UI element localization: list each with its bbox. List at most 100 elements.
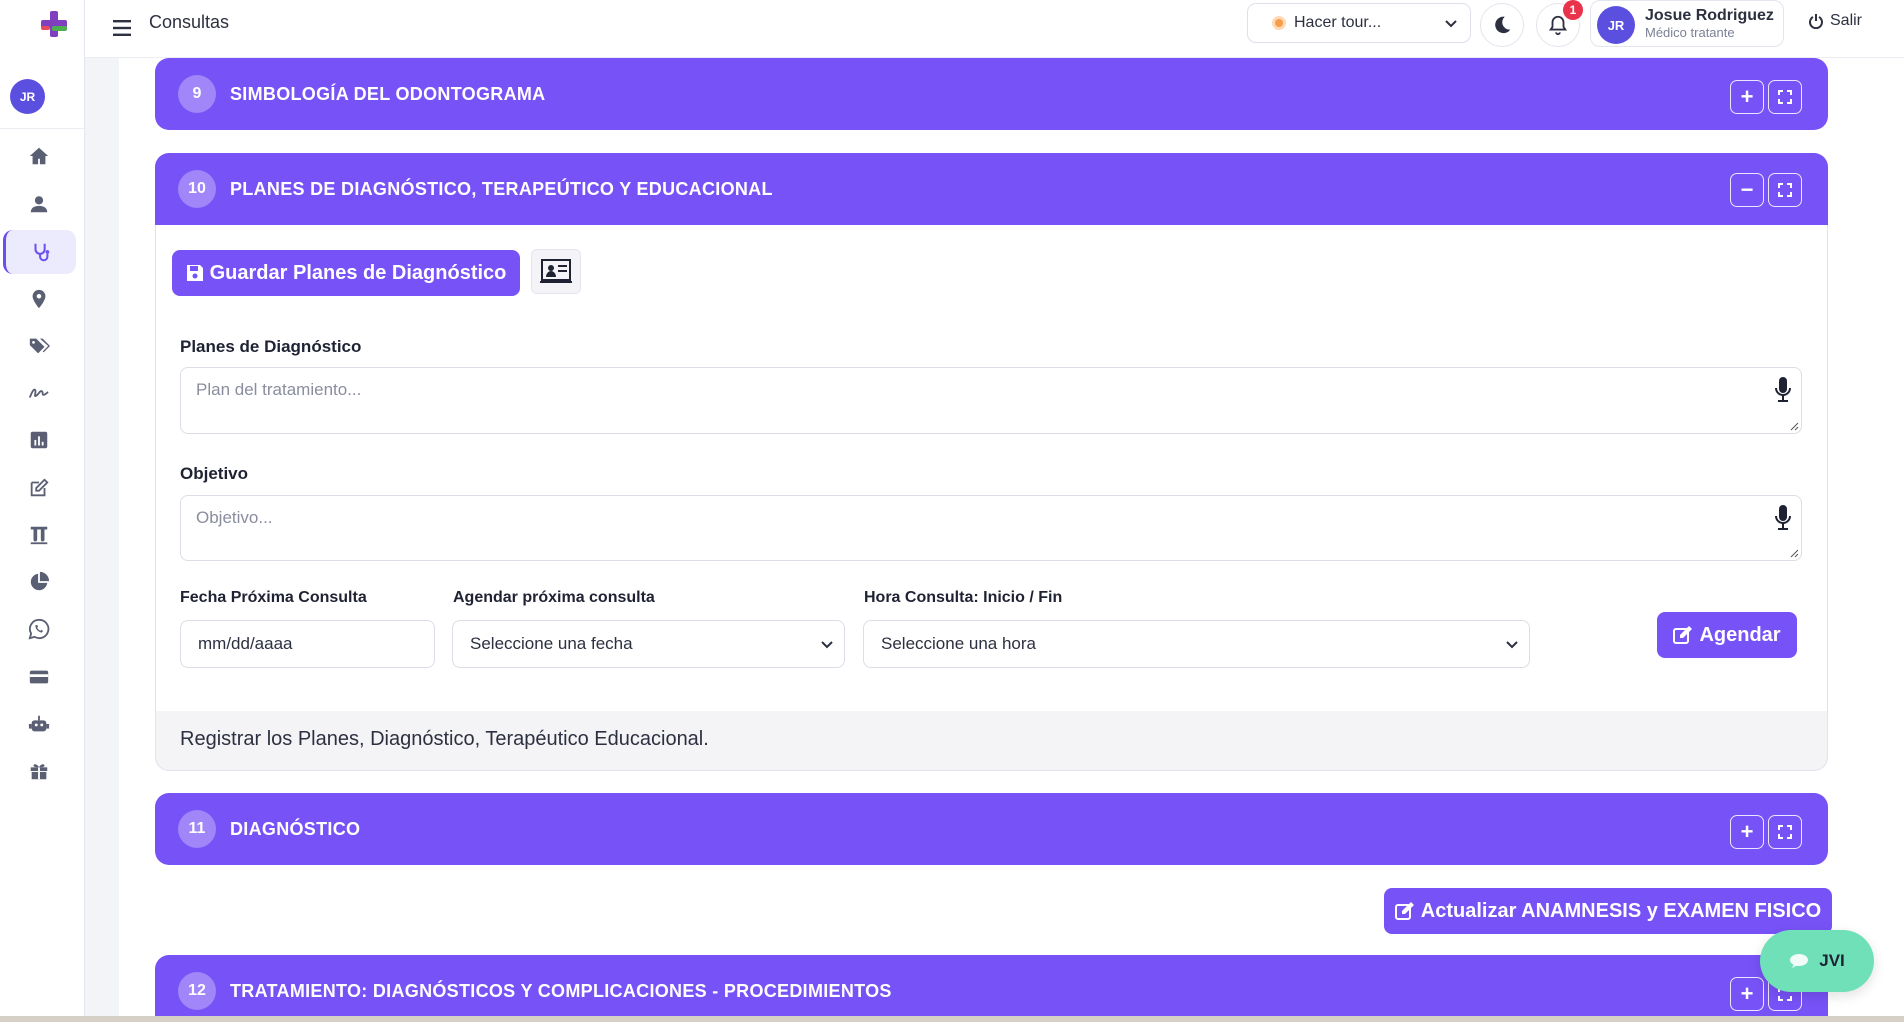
agendar-button-label: Agendar bbox=[1699, 623, 1781, 646]
sidebar-item-patients[interactable] bbox=[0, 182, 78, 226]
collapse-section-button[interactable]: − bbox=[1730, 173, 1764, 207]
resize-handle-icon[interactable] bbox=[1789, 548, 1799, 558]
lab-icon bbox=[30, 526, 48, 545]
agendar-button[interactable]: Agendar bbox=[1657, 612, 1797, 658]
tour-icon bbox=[1272, 16, 1286, 30]
update-anamnesis-button[interactable]: Actualizar ANAMNESIS y EXAMEN FISICO bbox=[1384, 888, 1832, 934]
sidebar-item-gifts[interactable] bbox=[0, 749, 78, 793]
hora-value: Seleccione una hora bbox=[881, 634, 1037, 653]
microphone-icon[interactable] bbox=[1773, 504, 1793, 532]
sidebar: JR bbox=[0, 0, 85, 1022]
sidebar-item-edit[interactable] bbox=[0, 466, 78, 510]
user-menu[interactable]: JR Josue Rodriguez Médico tratante bbox=[1590, 0, 1784, 47]
plus-icon: + bbox=[1740, 981, 1754, 1006]
save-plans-label: Guardar Planes de Diagnóstico bbox=[209, 261, 507, 284]
planes-placeholder: Plan del tratamiento... bbox=[196, 380, 362, 399]
agendar-label: Agendar próxima consulta bbox=[453, 589, 655, 606]
section-title: SIMBOLOGÍA DEL ODONTOGRAMA bbox=[230, 84, 546, 104]
sidebar-divider bbox=[0, 128, 85, 129]
update-anamnesis-label: Actualizar ANAMNESIS y EXAMEN FISICO bbox=[1420, 899, 1822, 922]
resize-handle-icon[interactable] bbox=[1789, 421, 1799, 431]
logo-icon[interactable] bbox=[38, 8, 70, 40]
section-10-footer: Registrar los Planes, Diagnóstico, Terap… bbox=[155, 711, 1828, 771]
whatsapp-icon bbox=[28, 618, 50, 640]
chat-button[interactable]: JVI bbox=[1760, 930, 1874, 992]
expand-section-button[interactable]: + bbox=[1730, 80, 1764, 114]
expand-section-button[interactable]: + bbox=[1730, 815, 1764, 849]
avatar: JR bbox=[1597, 6, 1635, 44]
fullscreen-button[interactable] bbox=[1768, 80, 1802, 114]
logout-label: Salir bbox=[1830, 12, 1863, 29]
fecha-value: mm/dd/aaaa bbox=[198, 634, 293, 653]
minus-icon: − bbox=[1740, 177, 1754, 202]
location-icon bbox=[32, 289, 46, 309]
sidebar-item-signature[interactable] bbox=[0, 371, 78, 415]
section-number: 10 bbox=[178, 170, 216, 208]
home-icon bbox=[29, 147, 49, 165]
user-role: Médico tratante bbox=[1645, 25, 1735, 40]
section-title: DIAGNÓSTICO bbox=[230, 819, 361, 839]
user-icon bbox=[30, 196, 48, 213]
agendar-select[interactable]: Seleccione una fecha bbox=[452, 620, 845, 668]
signature-icon bbox=[28, 388, 49, 398]
dark-mode-toggle[interactable] bbox=[1480, 3, 1524, 47]
sidebar-avatar[interactable]: JR bbox=[10, 79, 45, 114]
fecha-label: Fecha Próxima Consulta bbox=[180, 589, 367, 606]
topbar: Consultas Hacer tour... 1 JR Josue Rodri… bbox=[85, 0, 1904, 58]
planes-label: Planes de Diagnóstico bbox=[180, 337, 362, 356]
menu-icon[interactable] bbox=[113, 20, 133, 36]
sidebar-item-home[interactable] bbox=[0, 134, 78, 178]
objetivo-textarea[interactable]: Objetivo... bbox=[180, 495, 1802, 561]
credit-card-icon bbox=[29, 670, 49, 684]
logout-button[interactable]: Salir bbox=[1808, 12, 1862, 30]
section-11-header[interactable]: 11 DIAGNÓSTICO + bbox=[155, 793, 1828, 865]
sidebar-item-tags[interactable] bbox=[0, 324, 78, 368]
moon-icon bbox=[1495, 16, 1511, 34]
sidebar-item-locations[interactable] bbox=[0, 277, 78, 321]
pie-chart-icon bbox=[30, 571, 50, 591]
fullscreen-button[interactable] bbox=[1768, 173, 1802, 207]
planes-textarea[interactable]: Plan del tratamiento... bbox=[180, 367, 1802, 434]
section-title: PLANES DE DIAGNÓSTICO, TERAPEÚTICO Y EDU… bbox=[230, 179, 773, 199]
section-10-header[interactable]: 10 PLANES DE DIAGNÓSTICO, TERAPEÚTICO Y … bbox=[155, 153, 1828, 225]
fullscreen-button[interactable] bbox=[1768, 815, 1802, 849]
chat-label: JVI bbox=[1819, 951, 1845, 970]
section-9-header[interactable]: 9 SIMBOLOGÍA DEL ODONTOGRAMA + bbox=[155, 58, 1828, 130]
hora-select[interactable]: Seleccione una hora bbox=[863, 620, 1530, 668]
chevron-down-icon bbox=[1506, 641, 1518, 649]
save-plans-button[interactable]: Guardar Planes de Diagnóstico bbox=[172, 250, 520, 296]
notifications-button[interactable]: 1 bbox=[1536, 0, 1583, 47]
sidebar-item-bot[interactable] bbox=[0, 702, 78, 746]
objetivo-placeholder: Objetivo... bbox=[196, 508, 273, 527]
section-12-header[interactable]: 12 TRATAMIENTO: DIAGNÓSTICOS Y COMPLICAC… bbox=[155, 955, 1828, 1022]
expand-section-button[interactable]: + bbox=[1730, 977, 1764, 1011]
section-number: 11 bbox=[178, 810, 216, 848]
fullscreen-icon bbox=[1778, 90, 1792, 104]
section-number: 12 bbox=[178, 972, 216, 1010]
tags-icon bbox=[29, 338, 50, 354]
robot-icon bbox=[28, 715, 50, 732]
power-icon bbox=[1809, 14, 1823, 29]
footer-text: Registrar los Planes, Diagnóstico, Terap… bbox=[180, 728, 709, 750]
sidebar-item-whatsapp[interactable] bbox=[0, 607, 78, 651]
sidebar-item-consultas[interactable] bbox=[3, 230, 76, 274]
user-name: Josue Rodriguez bbox=[1645, 7, 1774, 24]
fecha-input[interactable]: mm/dd/aaaa bbox=[180, 620, 435, 668]
presentation-button[interactable] bbox=[531, 249, 581, 294]
fullscreen-icon bbox=[1778, 825, 1792, 839]
chevron-down-icon bbox=[1445, 20, 1457, 28]
tour-select[interactable]: Hacer tour... bbox=[1247, 3, 1471, 43]
tour-label: Hacer tour... bbox=[1294, 14, 1382, 31]
page-title: Consultas bbox=[149, 12, 230, 32]
agendar-value: Seleccione una fecha bbox=[470, 634, 633, 653]
edit-icon bbox=[30, 478, 49, 497]
microphone-icon[interactable] bbox=[1773, 376, 1793, 404]
sidebar-item-lab[interactable] bbox=[0, 513, 78, 557]
gift-icon bbox=[30, 764, 48, 780]
sidebar-item-payments[interactable] bbox=[0, 655, 78, 699]
sidebar-item-reports[interactable] bbox=[0, 418, 78, 462]
sidebar-item-stats[interactable] bbox=[0, 560, 78, 604]
stethoscope-icon bbox=[34, 243, 50, 262]
edit-icon bbox=[1673, 626, 1693, 644]
fullscreen-icon bbox=[1778, 183, 1792, 197]
